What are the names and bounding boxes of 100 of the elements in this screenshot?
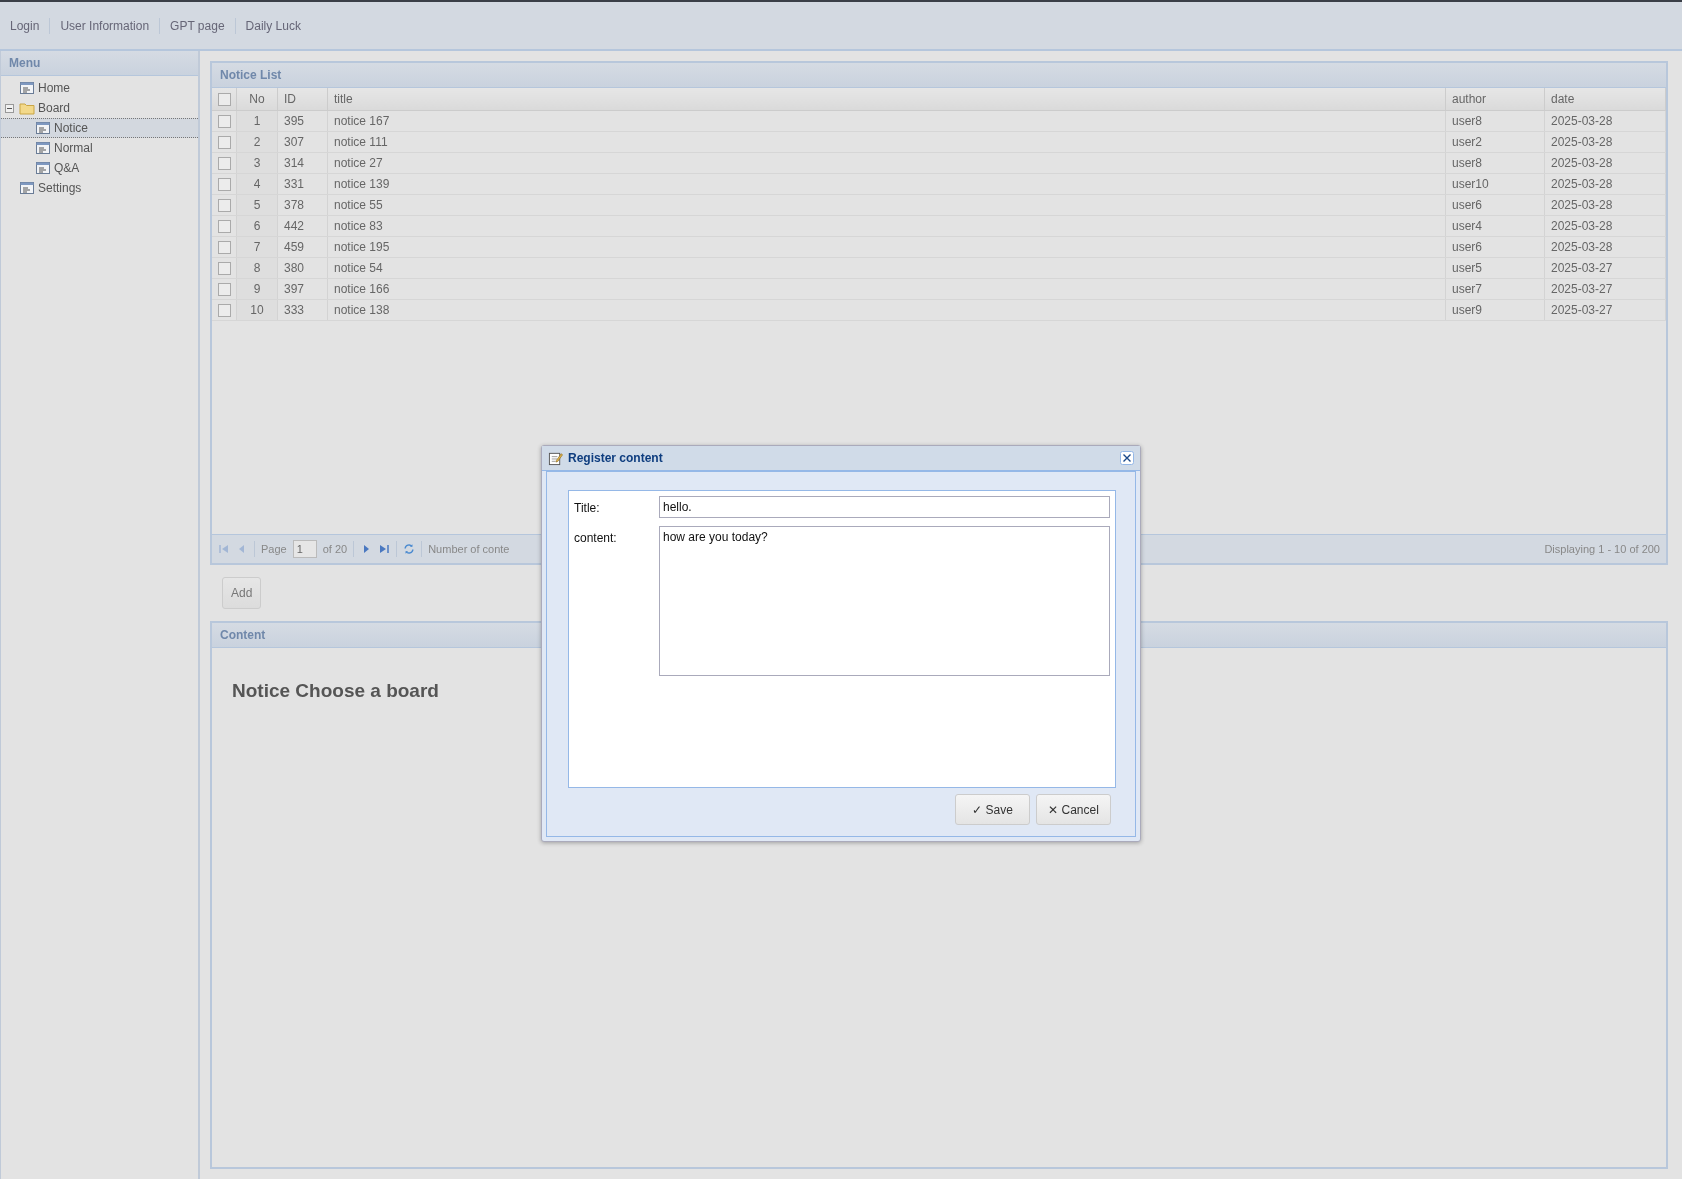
row-checkbox[interactable] [218, 199, 231, 213]
save-button[interactable]: ✓ Save [955, 794, 1030, 825]
table-cell: notice 167 [327, 110, 1446, 132]
page-size-label: Number of conte [428, 543, 510, 555]
table-cell: 2025-03-27 [1544, 278, 1666, 300]
table-cell: 442 [277, 215, 328, 237]
table-cell: user6 [1445, 194, 1545, 216]
document-icon [35, 161, 51, 175]
table-cell: 2025-03-28 [1544, 173, 1666, 195]
column-header[interactable]: ID [277, 88, 328, 111]
table-cell: user2 [1445, 131, 1545, 153]
content-heading: Notice Choose a board [232, 680, 440, 702]
page-count: of 20 [322, 543, 348, 555]
table-cell: notice 111 [327, 131, 1446, 153]
field-label: Title: [574, 500, 601, 515]
table-cell: 2025-03-28 [1544, 215, 1666, 237]
row-checkbox[interactable] [218, 115, 231, 129]
document-icon [35, 121, 51, 135]
table-cell: 2025-03-28 [1544, 152, 1666, 174]
display-range: Displaying 1 - 10 of 200 [1544, 543, 1660, 555]
table-cell: 307 [277, 131, 328, 153]
row-checkbox[interactable] [218, 241, 231, 255]
row-checkbox[interactable] [218, 178, 231, 192]
table-cell: notice 55 [327, 194, 1446, 216]
table-cell: 2025-03-28 [1544, 110, 1666, 132]
document-icon [19, 81, 35, 95]
tree-item[interactable]: Q&A [1, 158, 198, 178]
table-cell: user7 [1445, 278, 1545, 300]
tree-label: Home [38, 81, 70, 95]
row-checkbox[interactable] [218, 220, 231, 234]
table-cell: 380 [277, 257, 328, 279]
table-cell: 314 [277, 152, 328, 174]
row-checkbox[interactable] [218, 304, 231, 318]
column-header[interactable]: No [236, 88, 278, 111]
tree-item[interactable]: Board [1, 98, 198, 118]
cancel-button[interactable]: ✕ Cancel [1036, 794, 1111, 825]
tree-item[interactable]: Home [1, 78, 198, 98]
nav-link[interactable]: Login [10, 18, 50, 33]
tree-label: Q&A [54, 161, 80, 175]
nav-link[interactable]: GPT page [170, 18, 235, 33]
table-cell: 395 [277, 110, 328, 132]
table-cell: notice 83 [327, 215, 1446, 237]
close-icon[interactable] [1120, 451, 1134, 465]
row-checkbox[interactable] [218, 136, 231, 150]
panel-title: Menu [1, 51, 198, 76]
document-icon [19, 181, 35, 195]
table-cell: 2025-03-28 [1544, 131, 1666, 153]
table-cell: notice 195 [327, 236, 1446, 258]
table-cell: notice 139 [327, 173, 1446, 195]
panel-title: Notice List [212, 63, 1666, 88]
table-cell: 378 [277, 194, 328, 216]
add-button[interactable]: Add [222, 577, 262, 609]
column-header[interactable]: date [1544, 88, 1666, 111]
last-page-icon[interactable] [378, 543, 391, 555]
edit-icon [548, 450, 563, 466]
table-cell: user10 [1445, 173, 1545, 195]
table-cell: notice 138 [327, 299, 1446, 321]
tree-item[interactable]: Normal [1, 138, 198, 158]
table-cell: user8 [1445, 152, 1545, 174]
document-icon [35, 141, 51, 155]
table-cell: 2025-03-28 [1544, 236, 1666, 258]
title-field[interactable]: hello. [659, 496, 1110, 518]
tree-label: Notice [54, 121, 88, 135]
page-number-field[interactable]: 1 [292, 540, 317, 558]
row-checkbox[interactable] [218, 157, 231, 171]
table-cell: notice 27 [327, 152, 1446, 174]
table-cell: user9 [1445, 299, 1545, 321]
row-checkbox[interactable] [218, 283, 231, 297]
table-cell: 459 [277, 236, 328, 258]
tree-label: Board [38, 101, 71, 115]
column-header[interactable]: author [1445, 88, 1545, 111]
table-cell: user4 [1445, 215, 1545, 237]
table-cell: notice 166 [327, 278, 1446, 300]
column-header[interactable]: title [327, 88, 1446, 111]
tree-item[interactable]: Notice [1, 118, 198, 138]
field-label: content: [574, 530, 618, 545]
table-cell: user6 [1445, 236, 1545, 258]
table-cell: user5 [1445, 257, 1545, 279]
table-cell: 397 [277, 278, 328, 300]
tree-item[interactable]: Settings [1, 178, 198, 198]
table-cell: 2025-03-27 [1544, 299, 1666, 321]
table-cell: user8 [1445, 110, 1545, 132]
table-cell: 331 [277, 173, 328, 195]
first-page-icon[interactable] [218, 543, 230, 555]
table-cell: 2025-03-27 [1544, 257, 1666, 279]
table-cell: 333 [277, 299, 328, 321]
content-field[interactable]: how are you today? [659, 526, 1110, 676]
dialog-title: Register content [568, 451, 663, 465]
nav-link[interactable]: User Information [60, 18, 160, 33]
refresh-icon[interactable] [403, 543, 416, 555]
folder-icon [19, 101, 35, 115]
tree-label: Settings [38, 181, 82, 195]
row-checkbox[interactable] [218, 262, 231, 276]
collapse-icon[interactable] [5, 103, 14, 113]
table-cell: 2025-03-28 [1544, 194, 1666, 216]
page-label: Page [261, 543, 287, 555]
nav-link[interactable]: Daily Luck [245, 18, 311, 33]
select-all-checkbox[interactable] [218, 93, 231, 107]
tree-label: Normal [54, 141, 93, 155]
table-cell: notice 54 [327, 257, 1446, 279]
